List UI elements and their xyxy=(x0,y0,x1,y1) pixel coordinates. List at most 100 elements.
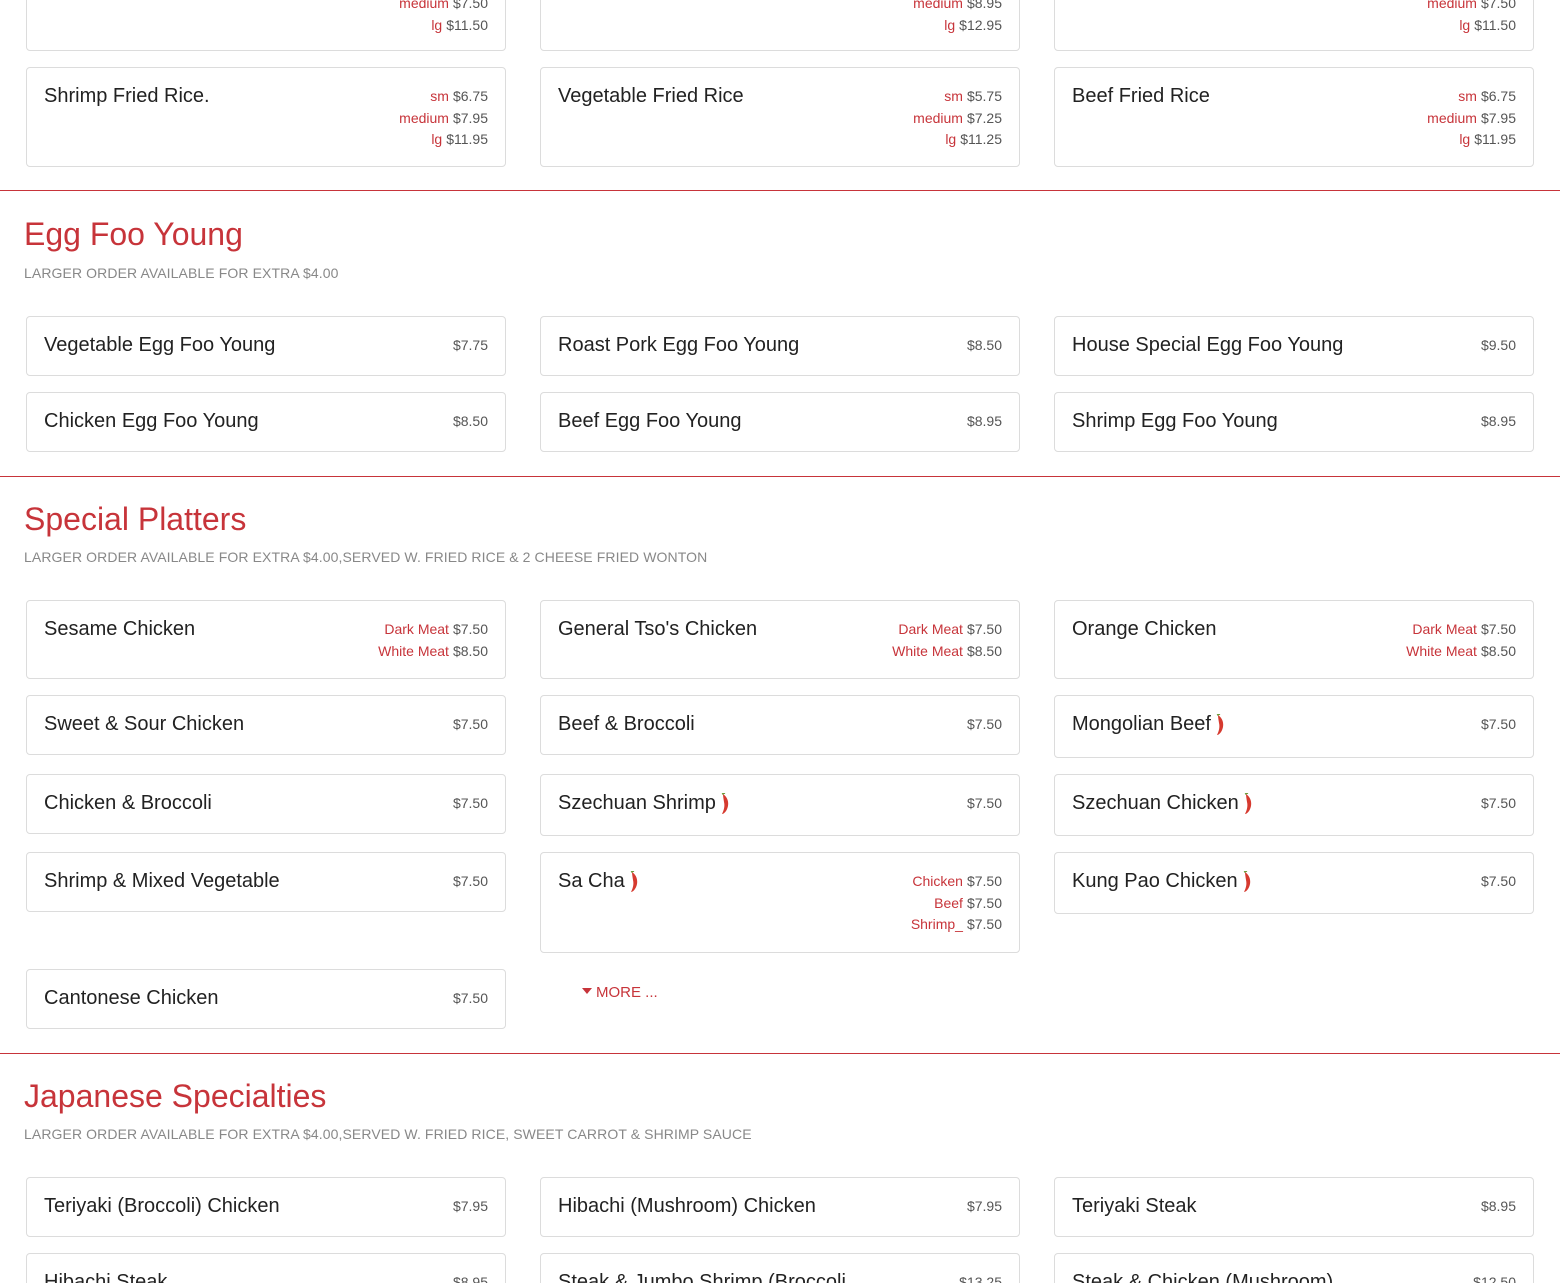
menu-item-card[interactable]: Shrimp & Mixed Vegetable $7.50 xyxy=(26,852,506,912)
menu-item-card[interactable]: Cantonese Chicken $7.50 xyxy=(26,969,506,1029)
price-row: Dark Meat $7.50 xyxy=(892,619,1002,641)
price-value: $11.25 xyxy=(960,131,1002,147)
price-row: Dark Meat $7.50 xyxy=(1406,619,1516,641)
price-row: $9.50 xyxy=(1481,335,1516,357)
item-name: Sweet & Sour Chicken xyxy=(44,713,245,735)
item-name: Beef & Broccoli xyxy=(558,713,695,735)
price-value: $5.75 xyxy=(966,88,1002,104)
menu-item-card[interactable]: Vegetable Fried Rice sm $5.75 medium $7.25… xyxy=(540,67,1020,167)
price-list: $7.75 xyxy=(453,335,488,357)
price-value: $7.50 xyxy=(452,873,488,889)
menu-item-card[interactable]: medium $7.50 lg $11.50 xyxy=(26,0,506,51)
menu-item-card[interactable]: House Special Egg Foo Young $9.50 xyxy=(1054,316,1534,376)
menu-item-card[interactable]: Kung Pao Chicken $7.50 xyxy=(1054,852,1534,914)
price-row: $7.50 xyxy=(1481,714,1516,736)
item-name: General Tso's Chicken xyxy=(558,618,758,640)
menu-item-card[interactable]: Steak & Jumbo Shrimp (Broccoli $13.25 xyxy=(540,1253,1020,1283)
price-row: medium $7.95 xyxy=(399,108,488,130)
menu-item-card[interactable]: Hibachi Steak $8.95 xyxy=(26,1253,506,1283)
menu-item-card[interactable]: Sa Cha Chicken $7.50 Beef $7.50 Shrimp_ $7.… xyxy=(540,852,1020,953)
price-value: $7.25 xyxy=(966,109,1002,126)
price-value: $7.50 xyxy=(1480,716,1516,732)
item-name-wrap: Kung Pao Chicken xyxy=(1072,870,1253,893)
menu-item-card[interactable]: Beef Fried Rice sm $6.75 medium $7.95 lg $1… xyxy=(1054,67,1534,167)
size-label: medium xyxy=(1427,109,1477,126)
price-list: $7.50 xyxy=(967,793,1002,815)
menu-item-card[interactable]: Sweet & Sour Chicken $7.50 xyxy=(26,695,506,755)
size-label: Dark Meat xyxy=(384,621,449,637)
size-label: Chicken xyxy=(912,873,963,889)
size-label: medium xyxy=(399,0,449,11)
menu-item-card[interactable]: Szechuan Shrimp $7.50 xyxy=(540,774,1020,836)
price-list: Dark Meat $7.50 White Meat $8.50 xyxy=(892,619,1002,662)
price-row: sm $6.75 xyxy=(399,86,488,108)
price-row: $13.25 xyxy=(959,1272,1002,1283)
item-name-wrap: Szechuan Shrimp xyxy=(558,792,731,815)
price-row: $8.95 xyxy=(453,1272,488,1283)
menu-item-card[interactable]: Shrimp Fried Rice. sm $6.75 medium $7.95 l… xyxy=(26,67,506,167)
item-name: Cantonese Chicken xyxy=(44,987,219,1009)
price-list: Chicken $7.50 Beef $7.50 Shrimp_ $7.50 xyxy=(911,871,1002,936)
price-value: $7.75 xyxy=(452,337,488,353)
menu-item-card[interactable]: Roast Pork Egg Foo Young $8.50 xyxy=(540,316,1020,376)
price-list: $9.50 xyxy=(1481,335,1516,357)
menu-item-card[interactable]: Chicken Egg Foo Young $8.50 xyxy=(26,392,506,452)
price-value: $12.95 xyxy=(959,16,1002,33)
price-list: sm $6.75 medium $7.95 lg $11.95 xyxy=(1427,86,1516,151)
more-button[interactable]: MORE ... xyxy=(582,984,658,1001)
size-label: medium xyxy=(399,109,449,126)
size-label: sm xyxy=(1458,88,1477,104)
price-row: $7.95 xyxy=(453,1196,488,1218)
size-label: sm xyxy=(430,88,449,104)
menu-item-card[interactable]: Orange Chicken Dark Meat $7.50 White Meat… xyxy=(1054,600,1534,679)
menu-item-card[interactable]: General Tso's Chicken Dark Meat $7.50 Whi… xyxy=(540,600,1020,679)
item-name: Teriyaki Steak xyxy=(1072,1195,1197,1217)
price-list: $7.50 xyxy=(453,793,488,815)
menu-item-card[interactable]: Teriyaki Steak $8.95 xyxy=(1054,1177,1534,1237)
menu-item-card[interactable]: medium $8.95 lg $12.95 xyxy=(540,0,1020,51)
menu-item-card[interactable]: Beef & Broccoli $7.50 xyxy=(540,695,1020,755)
price-row: lg $11.25 xyxy=(913,129,1002,151)
price-row: $7.50 xyxy=(967,793,1002,815)
price-value: $8.50 xyxy=(1480,642,1516,659)
menu-item-card[interactable]: Beef Egg Foo Young $8.95 xyxy=(540,392,1020,452)
menu-item-card[interactable]: medium $7.50 lg $11.50 xyxy=(1054,0,1534,51)
item-name: Mongolian Beef xyxy=(1072,713,1211,735)
item-name-wrap: Mongolian Beef xyxy=(1072,713,1226,736)
size-label: lg xyxy=(1459,16,1471,33)
price-list: medium $7.50 lg $11.50 xyxy=(1427,0,1516,36)
size-label: medium xyxy=(1427,0,1477,11)
price-list: $12.50 xyxy=(1473,1272,1516,1283)
price-list: $7.50 xyxy=(1481,871,1516,893)
price-row: lg $12.95 xyxy=(913,15,1002,37)
menu-item-card[interactable]: Sesame Chicken Dark Meat $7.50 White Meat… xyxy=(26,600,506,679)
price-row: $7.50 xyxy=(453,988,488,1010)
menu-item-card[interactable]: Chicken & Broccoli $7.50 xyxy=(26,774,506,834)
menu-item-card[interactable]: Teriyaki (Broccoli) Chicken $7.95 xyxy=(26,1177,506,1237)
menu-item-card[interactable]: Mongolian Beef $7.50 xyxy=(1054,695,1534,758)
menu-item-card[interactable]: Steak & Chicken (Mushroom) $12.50 xyxy=(1054,1253,1534,1283)
price-value: $8.95 xyxy=(452,1274,488,1283)
price-row: Beef $7.50 xyxy=(911,893,1002,915)
price-list: $7.50 xyxy=(1481,714,1516,736)
chili-pepper-icon xyxy=(1244,792,1251,814)
price-row: $7.50 xyxy=(453,793,488,815)
menu-item-card[interactable]: Shrimp Egg Foo Young $8.95 xyxy=(1054,392,1534,452)
price-value: $7.50 xyxy=(452,621,488,637)
price-value: $8.50 xyxy=(452,642,488,659)
price-row: Chicken $7.50 xyxy=(911,871,1002,893)
price-value: $7.95 xyxy=(452,1198,488,1214)
size-label: lg xyxy=(431,16,443,33)
chili-pepper-icon xyxy=(1216,713,1224,735)
item-name-wrap: Szechuan Chicken xyxy=(1072,792,1254,815)
size-label: White Meat xyxy=(378,642,449,659)
item-name: Shrimp & Mixed Vegetable xyxy=(44,870,280,892)
menu-item-card[interactable]: Hibachi (Mushroom) Chicken $7.95 xyxy=(540,1177,1020,1237)
price-row: White Meat $8.50 xyxy=(378,641,488,663)
menu-item-card[interactable]: Szechuan Chicken $7.50 xyxy=(1054,774,1534,836)
price-list: $7.50 xyxy=(453,988,488,1010)
price-value: $8.95 xyxy=(966,0,1002,11)
price-row: Dark Meat $7.50 xyxy=(378,619,488,641)
menu-item-card[interactable]: Vegetable Egg Foo Young $7.75 xyxy=(26,316,506,376)
more-label: MORE ... xyxy=(596,984,658,1001)
